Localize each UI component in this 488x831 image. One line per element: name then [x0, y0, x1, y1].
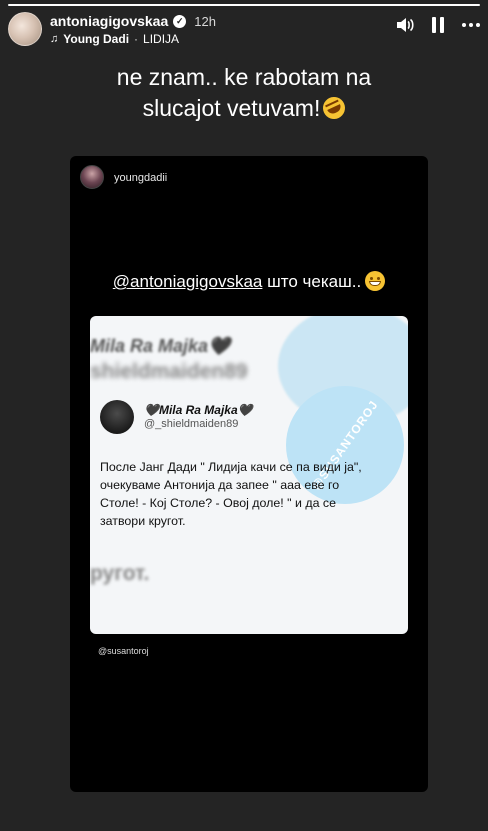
post-time: 12h: [194, 13, 216, 29]
shared-author-avatar[interactable]: [80, 165, 104, 189]
rofl-emoji-icon: [319, 93, 349, 123]
caption-line-2-wrap: slucajot vetuvam!: [0, 93, 488, 124]
music-note-icon: ♫: [50, 33, 59, 45]
tweet-text: После Јанг Дади " Лидија качи се па види…: [100, 460, 362, 528]
blurred-handle: shieldmaiden89: [90, 360, 248, 383]
volume-icon[interactable]: [396, 17, 414, 33]
tweet-author-name: 🖤Mila Ra Majka🖤: [144, 403, 253, 417]
music-title: Young Dadi: [63, 32, 130, 46]
pause-icon[interactable]: [432, 17, 444, 33]
verified-badge-icon: ✓: [173, 14, 187, 28]
mention-line: @antoniagigovskaa што чекаш..: [70, 271, 428, 292]
more-icon[interactable]: [462, 23, 480, 27]
username[interactable]: antoniagigovskaa: [50, 13, 168, 29]
story-caption: ne znam.. ke rabotam na slucajot vetuvam…: [0, 62, 488, 124]
shared-story-card[interactable]: youngdadii @antoniagigovskaa што чекаш..…: [70, 156, 428, 792]
shared-author-username[interactable]: youngdadii: [114, 172, 167, 184]
music-separator: ·: [134, 32, 139, 46]
story-progress-fill: [8, 4, 480, 6]
tweet-author-handle: @_shieldmaiden89: [144, 418, 239, 430]
grin-emoji-icon: [365, 271, 386, 291]
music-artist: LIDIJA: [143, 32, 180, 46]
story-progress-bar: [8, 4, 480, 6]
user-line: antoniagigovskaa ✓ 12h: [50, 13, 216, 29]
tweet-screenshot: Mila Ra Majka🖤 shieldmaiden89 @SUSANTORO…: [90, 316, 408, 634]
music-attribution[interactable]: ♫ Young Dadi · LIDIJA: [50, 32, 179, 46]
story-controls: [396, 17, 480, 33]
blurred-bottom-text: ругот.: [90, 562, 150, 585]
blurred-name: Mila Ra Majka🖤: [90, 336, 231, 356]
profile-avatar[interactable]: [8, 12, 42, 46]
mention-rest: што чекаш..: [262, 272, 362, 291]
mention-sticker[interactable]: @antoniagigovskaa: [113, 272, 263, 291]
story-header: antoniagigovskaa ✓ 12h ♫ Young Dadi · LI…: [8, 12, 480, 48]
tweet-author-avatar: [100, 400, 134, 434]
source-tag[interactable]: @susantoroj: [98, 646, 149, 656]
caption-line-2: slucajot vetuvam!: [142, 95, 321, 121]
caption-line-1: ne znam.. ke rabotam na: [116, 64, 372, 90]
